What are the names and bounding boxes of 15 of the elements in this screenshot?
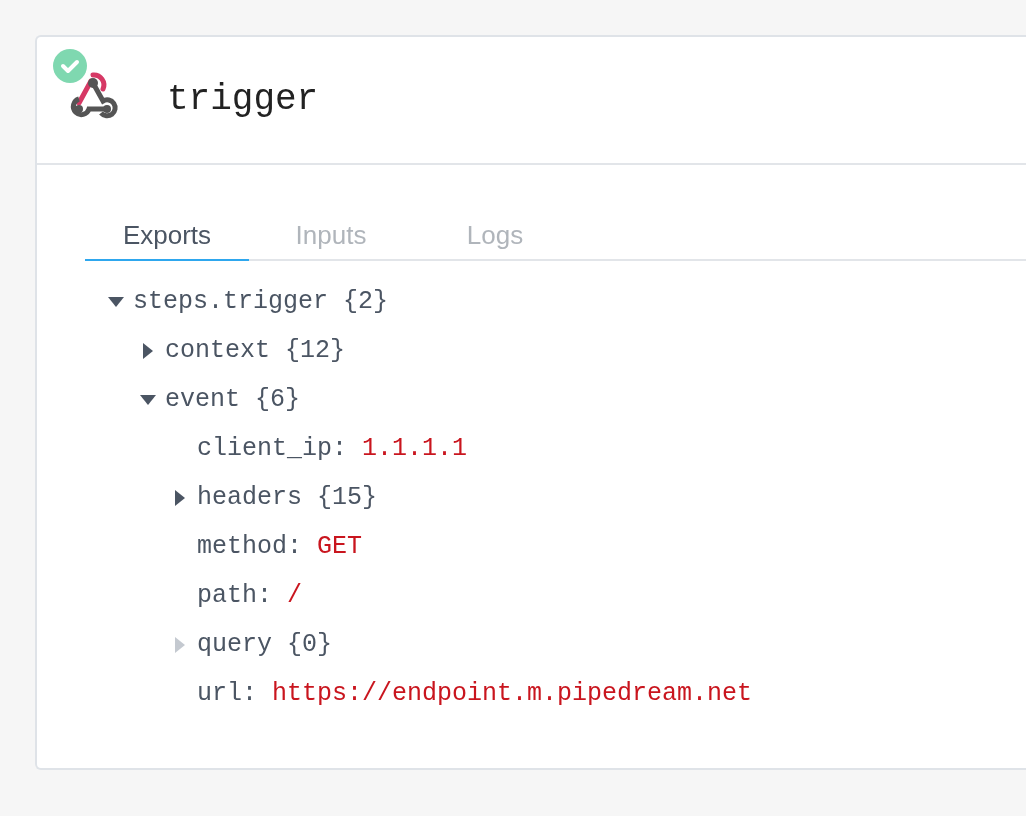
tree-node-label[interactable]: context {12} (165, 331, 346, 370)
tree-value: 1.1.1.1 (362, 432, 468, 465)
step-title: trigger (167, 78, 319, 122)
tree-node-label[interactable]: event {6} (165, 380, 301, 419)
tree-key: url: (197, 674, 257, 713)
tab[interactable]: Exports (85, 211, 249, 261)
tree-value: GET (317, 530, 363, 563)
tree-key: method: (197, 527, 303, 566)
tree-key: client_ip: (197, 429, 348, 468)
tree-node-label[interactable]: headers {15} (197, 478, 378, 517)
tree-value: https://endpoint.m.pipedream.net (272, 677, 753, 710)
tree-value: / (287, 579, 303, 612)
tree-key: path: (197, 576, 272, 615)
webhook-icon (69, 69, 119, 119)
tree-node-label[interactable]: steps.trigger {2} (133, 282, 389, 321)
